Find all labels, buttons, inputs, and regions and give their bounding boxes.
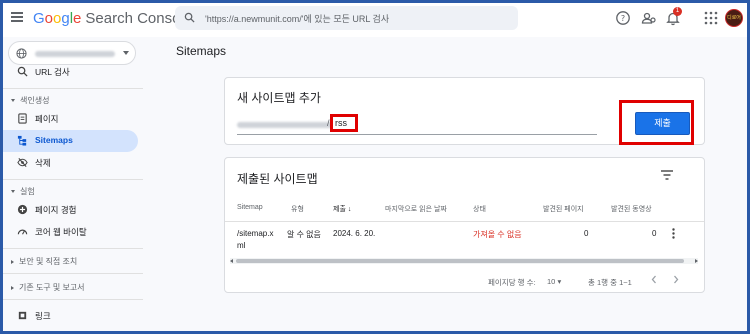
sidebar-item-label: 페이지 경험 [35,205,77,215]
avatar[interactable]: 디로어 [725,9,743,27]
page-title: Sitemaps [176,44,227,58]
globe-icon [16,48,27,59]
sidebar-item-label: 삭제 [35,158,51,168]
logo-google-text: Google [33,10,82,27]
notification-badge: 1 [673,7,682,16]
sidebar-divider [3,299,143,300]
chevron-down-icon [11,99,15,103]
sidebar-item-label: 페이지 [35,114,59,124]
add-circle-icon [17,204,28,215]
sidebar-divider [3,273,143,274]
section-experience[interactable]: 실험 [11,186,35,197]
sidebar-item-pages[interactable]: 페이지 [3,108,138,130]
url-inspect-search[interactable]: 'https://a.newmunit.com/'에 있는 모든 URL 검사 [175,6,518,30]
filter-icon[interactable] [661,170,673,180]
chevron-right-icon [11,259,14,264]
chevron-down-icon [123,51,129,55]
rows-per-page-value: 10 [547,277,556,286]
sidebar-item-url-inspection[interactable]: URL 검사 [3,61,138,83]
column-header-status[interactable]: 상태 [473,204,486,214]
speedometer-icon [17,229,28,235]
add-sitemap-card: 새 사이트맵 추가 / rss 제출 [224,77,705,145]
sidebar-item-links[interactable]: 링크 [3,305,138,327]
rows-per-page-label: 페이지당 행 수: [488,278,536,287]
section-label: 보안 및 직접 조치 [19,257,78,266]
manage-users-icon[interactable] [641,10,657,26]
top-bar: Google Search Console 'https://a.newmunit… [3,3,747,37]
sidebar-item-label: 코어 웹 바이탈 [35,227,87,237]
arrow-down-icon: ↓ [347,206,352,213]
sidebar-item-core-web-vitals[interactable]: 코어 웹 바이탈 [3,221,138,243]
sidebar-item-sitemaps[interactable]: Sitemaps [3,130,138,152]
app-window: Google Search Console 'https://a.newmunit… [3,3,747,331]
sidebar-item-label: URL 검사 [35,67,70,77]
rows-per-page-select[interactable]: 10 ▾ [547,277,561,286]
row-divider [225,221,704,222]
search-placeholder: 'https://a.newmunit.com/'에 있는 모든 URL 검사 [205,14,390,24]
sidebar-item-label: 링크 [35,311,51,321]
sidebar-item-removals[interactable]: 삭제 [3,152,138,174]
sidebar-divider [3,88,143,89]
cell-type: 알 수 없음 [287,230,321,239]
svg-text:?: ? [621,14,625,23]
add-sitemap-title: 새 사이트맵 추가 [237,91,321,105]
scrollbar-thumb[interactable] [236,259,684,263]
input-underline [237,134,597,135]
column-header-sitemap[interactable]: Sitemap [237,204,263,211]
sitemap-url-value: rss [335,118,347,128]
cell-status: 가져올 수 없음 [473,230,522,239]
column-header-last-read[interactable]: 마지막으로 읽은 날짜 [385,204,447,214]
sidebar-divider [3,248,143,249]
column-header-type[interactable]: 유형 [291,204,304,214]
logo[interactable]: Google Search Console [33,10,192,27]
column-header-label: 제출 [333,206,346,213]
page-range: 총 1행 중 1~1 [588,278,632,287]
eye-off-icon [17,158,28,167]
section-label: 실험 [20,187,35,196]
column-header-pages[interactable]: 발견된 페이지 [543,204,584,214]
caret-down-icon: ▾ [557,277,562,286]
site-url-prefix-redacted [237,122,337,128]
more-vert-icon[interactable] [672,228,675,239]
cell-pages: 0 [584,229,589,238]
sidebar-item-label: Sitemaps [35,135,73,145]
cell-videos: 0 [652,229,657,238]
next-page-icon[interactable] [672,275,680,284]
cell-submitted: 2024. 6. 20. [333,229,376,238]
submitted-sitemaps-title: 제출된 사이트맵 [237,172,318,186]
section-legacy-tools[interactable]: 기존 도구 및 보고서 [11,282,85,293]
sidebar-item-page-experience[interactable]: 페이지 경험 [3,199,138,221]
sidebar-divider [3,179,143,180]
section-security[interactable]: 보안 및 직접 조치 [11,256,77,267]
page-icon [18,113,27,124]
cell-sitemap: /sitemap.x [237,229,274,238]
sidebar: URL 검사 색인생성 페이지 Sitemaps 삭제 실험 페이지 경험 코어… [3,37,143,331]
section-label: 기존 도구 및 보고서 [19,283,85,292]
search-icon [184,12,195,23]
help-icon[interactable]: ? [615,10,631,26]
search-icon [17,66,28,77]
chevron-right-icon [11,285,14,290]
apps-grid-icon[interactable] [703,10,719,26]
scroll-right-arrow-icon[interactable] [695,259,698,263]
horizontal-scrollbar[interactable] [230,258,698,264]
column-header-videos[interactable]: 발견된 동영상 [611,204,652,214]
submit-button[interactable]: 제출 [635,112,690,135]
property-url-redacted [35,51,115,57]
section-indexing[interactable]: 색인생성 [11,95,49,106]
prev-page-icon[interactable] [650,275,658,284]
scroll-left-arrow-icon[interactable] [230,259,233,263]
column-header-submitted[interactable]: 제출 ↓ [333,204,351,214]
menu-icon[interactable] [11,12,23,22]
cell-sitemap-wrap: ml [237,241,246,250]
chevron-down-icon [11,190,15,194]
section-label: 색인생성 [20,96,50,105]
links-icon [18,311,27,320]
sitemap-icon [17,135,27,146]
submitted-sitemaps-card: 제출된 사이트맵 Sitemap 유형 제출 ↓ 마지막으로 읽은 날짜 상태 … [224,157,705,293]
sitemap-url-input[interactable]: rss [330,114,358,132]
